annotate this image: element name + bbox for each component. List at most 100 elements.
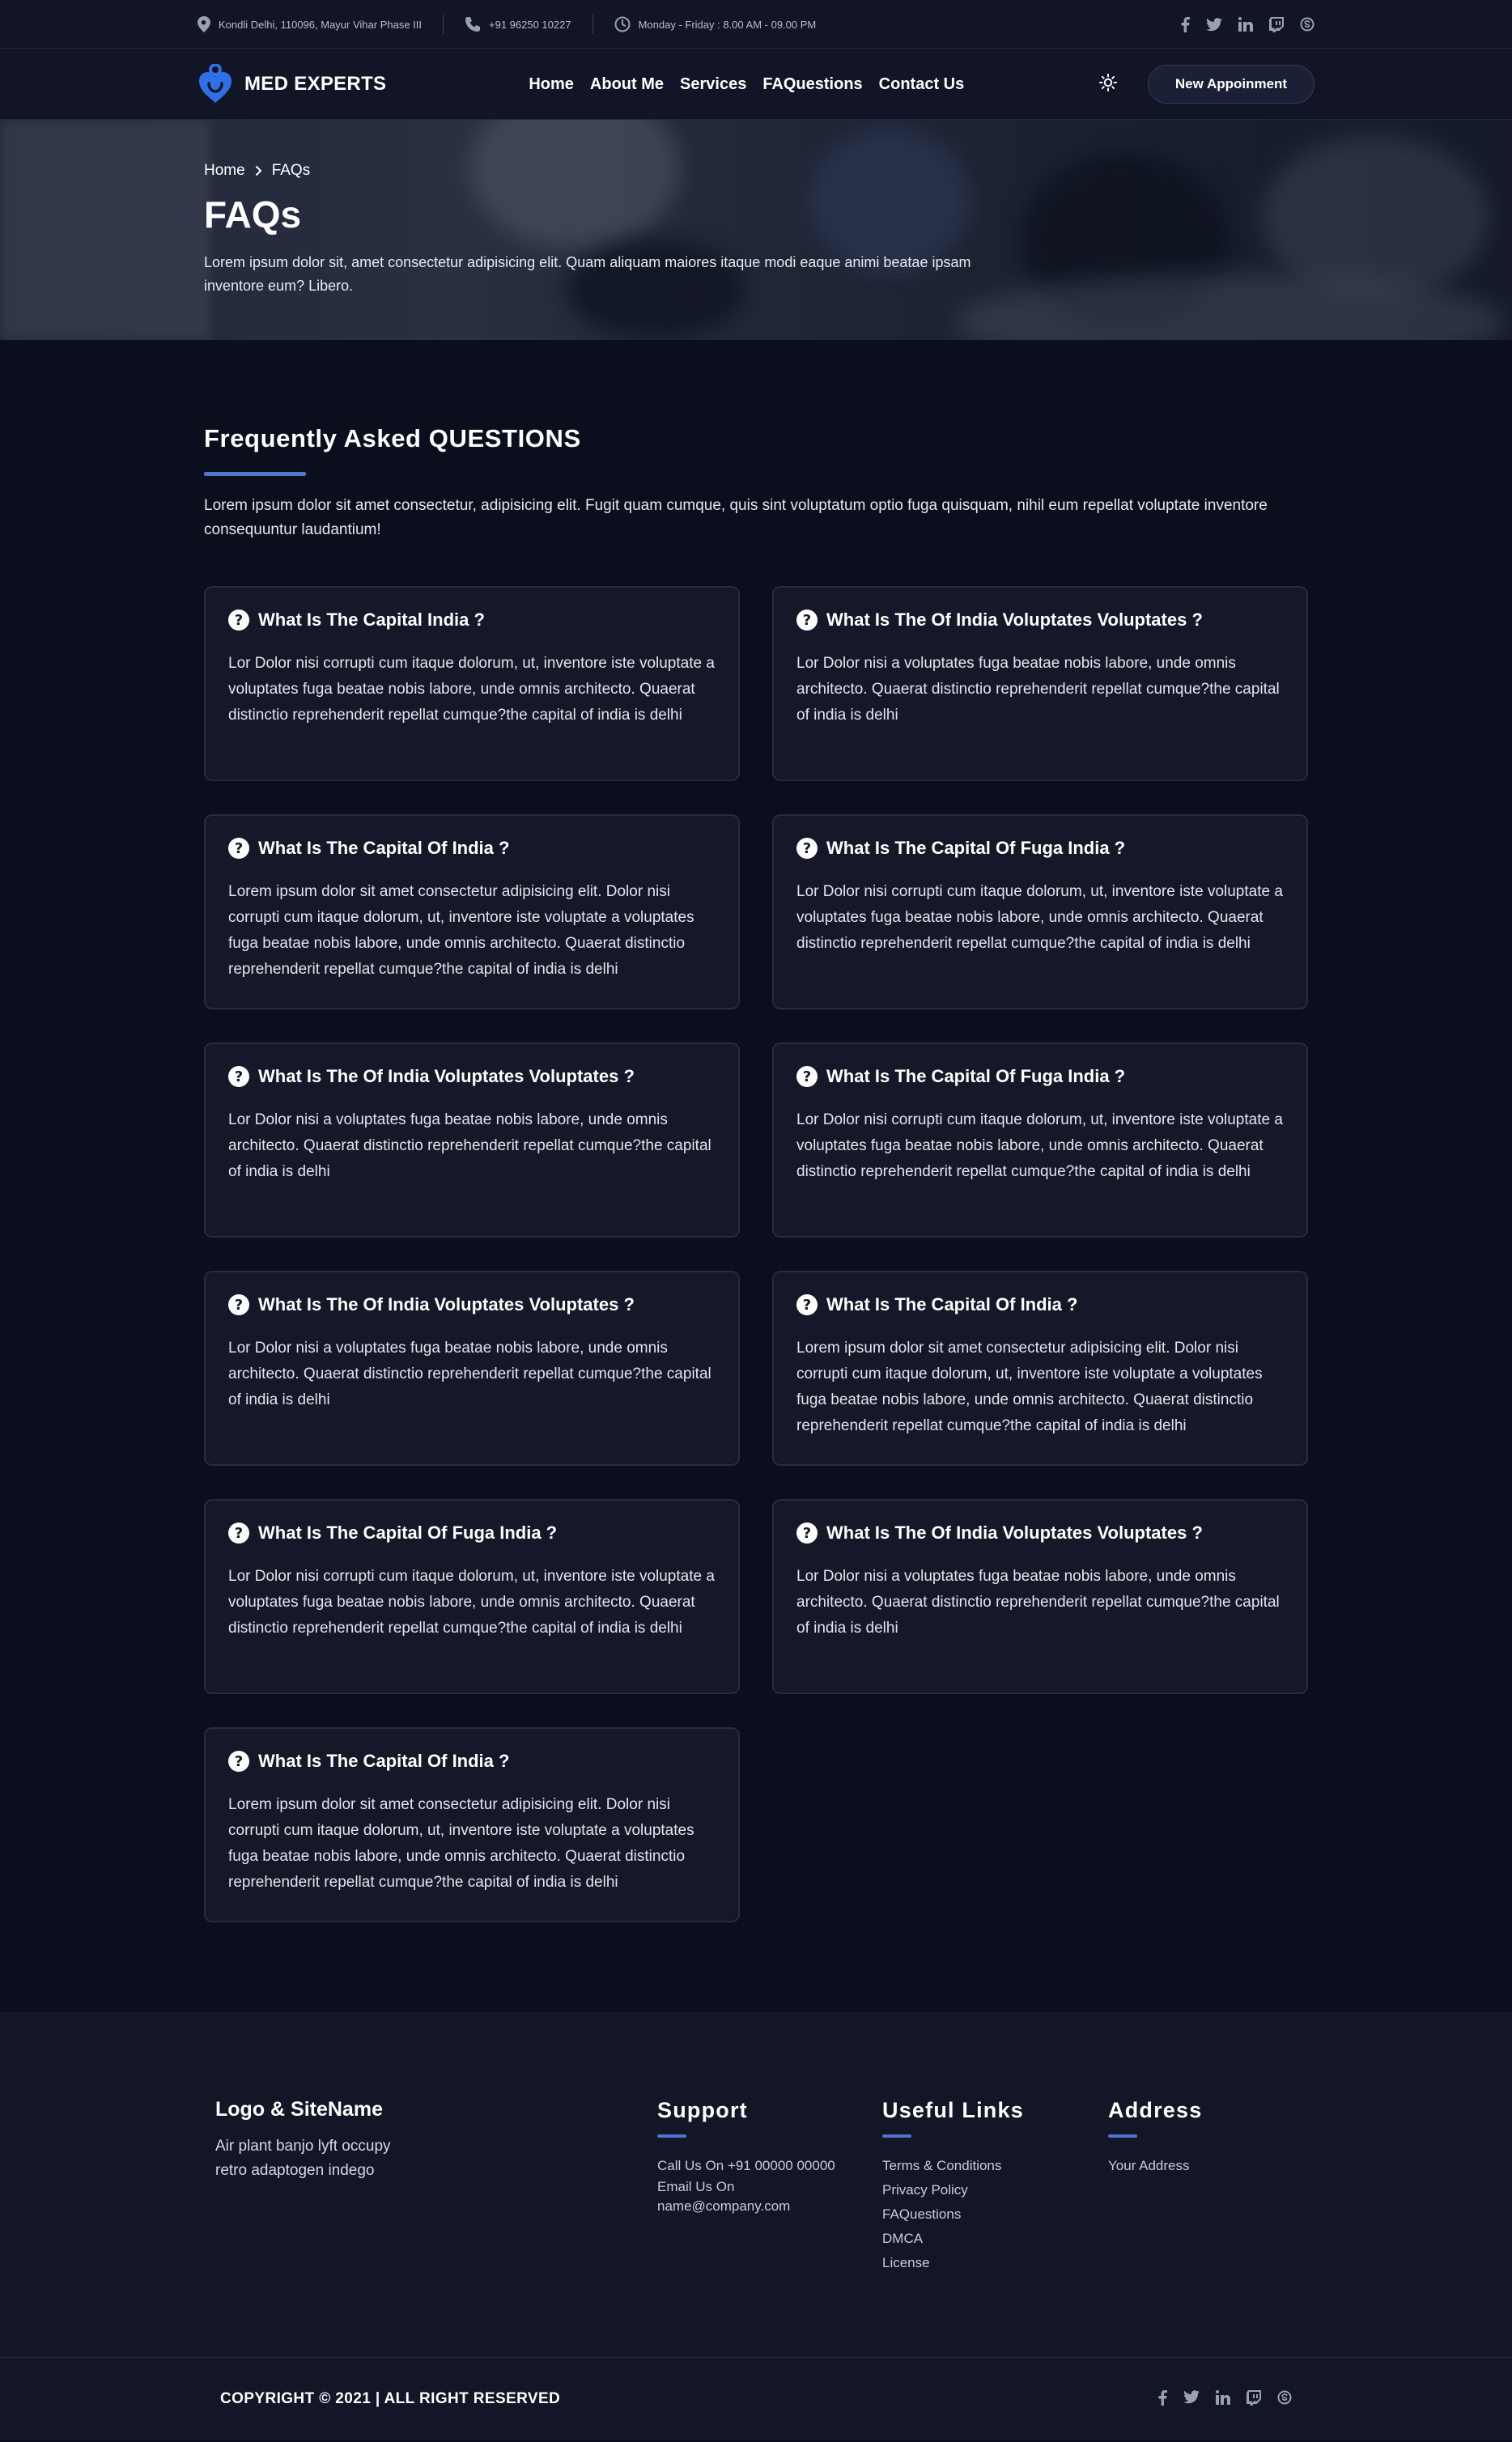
twitter-icon[interactable] <box>1206 17 1222 32</box>
footer-email-label: Email Us On <box>657 2179 735 2194</box>
heart-stethoscope-icon <box>199 64 231 103</box>
new-appointment-button[interactable]: New Appoinment <box>1148 65 1315 104</box>
faq-answer: Lor Dolor nisi a voluptates fuga beatae … <box>228 1111 711 1180</box>
faq-answer: Lor Dolor nisi a voluptates fuga beatae … <box>228 1340 711 1408</box>
linkedin-icon[interactable] <box>1238 17 1253 32</box>
question-circle-icon: ? <box>796 838 818 859</box>
question-circle-icon: ? <box>228 838 249 859</box>
top-social-links <box>1181 16 1315 32</box>
footer-support: Support Call Us On +91 00000 00000 Email… <box>657 2098 835 2217</box>
footer-link-privacy[interactable]: Privacy Policy <box>882 2178 1024 2202</box>
copyright-bar: COPYRIGHT © 2021 | ALL RIGHT RESERVED <box>0 2358 1512 2440</box>
top-info-bar: Kondli Delhi, 110096, Mayur Vihar Phase … <box>0 0 1512 49</box>
section-intro: Lorem ipsum dolor sit amet consectetur, … <box>204 497 1268 538</box>
faq-card: ? What Is The Capital Of India ? Lorem ips… <box>204 814 740 1009</box>
footer-address-text: Your Address <box>1108 2158 1190 2173</box>
site-footer: Logo & SiteName Air plant banjo lyft occ… <box>0 2012 1512 2358</box>
theme-toggle-sun-icon[interactable] <box>1099 73 1117 96</box>
breadcrumb-current: FAQs <box>271 162 311 179</box>
faq-question: What Is The Capital India ? <box>258 609 485 630</box>
brand-name: MED EXPERTS <box>244 73 387 95</box>
address-text: Kondli Delhi, 110096, Mayur Vihar Phase … <box>219 18 422 31</box>
faq-answer: Lorem ipsum dolor sit amet consectetur a… <box>228 1796 694 1891</box>
question-circle-icon: ? <box>796 1294 818 1315</box>
hours-info: Monday - Friday : 8.00 AM - 09.00 PM <box>614 16 817 32</box>
phone-info[interactable]: +91 96250 10227 <box>465 16 571 32</box>
question-circle-icon: ? <box>228 1066 249 1087</box>
faq-card: ? What Is The Capital Of Fuga India ? Lor … <box>204 1499 740 1694</box>
twitter-icon[interactable] <box>1183 2390 1200 2410</box>
faq-card: ? What Is The Of India Voluptates Volupta… <box>772 586 1308 781</box>
footer-email[interactable]: name@company.com <box>657 2196 835 2217</box>
hours-text: Monday - Friday : 8.00 AM - 09.00 PM <box>638 18 817 31</box>
footer-link-dmca[interactable]: DMCA <box>882 2227 1024 2251</box>
faq-question: What Is The Capital Of Fuga India ? <box>826 1066 1126 1086</box>
phone-text: +91 96250 10227 <box>489 18 571 31</box>
footer-link-faq[interactable]: FAQuestions <box>882 2202 1024 2227</box>
faq-answer: Lor Dolor nisi a voluptates fuga beatae … <box>796 655 1280 724</box>
faq-question: What Is The Of India Voluptates Voluptat… <box>258 1066 635 1086</box>
faq-question: What Is The Capital Of India ? <box>258 1751 510 1771</box>
faq-card: ? What Is The Capital Of Fuga India ? Lor … <box>772 814 1308 1009</box>
copyright-text: COPYRIGHT © 2021 | ALL RIGHT RESERVED <box>220 2390 561 2407</box>
footer-phone[interactable]: Call Us On +91 00000 00000 <box>657 2154 835 2178</box>
facebook-icon[interactable] <box>1181 16 1190 32</box>
footer-useful-links: Useful Links Terms & Conditions Privacy … <box>882 2098 1024 2275</box>
footer-site-name: Logo & SiteName <box>215 2098 383 2121</box>
nav-faquestions[interactable]: FAQuestions <box>762 75 862 94</box>
breadcrumb-home[interactable]: Home <box>204 162 245 180</box>
footer-link-terms[interactable]: Terms & Conditions <box>882 2154 1024 2178</box>
location-pin-icon <box>197 16 210 32</box>
question-circle-icon: ? <box>228 1751 249 1772</box>
faq-card: ? What Is The Capital Of India ? Lorem ips… <box>204 1727 740 1922</box>
page-title: FAQs <box>204 193 302 236</box>
faq-card: ? What Is The Of India Voluptates Volupta… <box>204 1271 740 1466</box>
faq-card: ? What Is The Of India Voluptates Volupta… <box>772 1499 1308 1694</box>
faq-answer: Lor Dolor nisi corrupti cum itaque dolor… <box>228 1568 715 1637</box>
nav-home[interactable]: Home <box>529 75 574 94</box>
footer-underline <box>1108 2134 1137 2138</box>
nav-services[interactable]: Services <box>680 75 746 94</box>
clock-icon <box>614 16 631 32</box>
twitch-icon[interactable] <box>1247 2390 1261 2410</box>
faq-card: ? What Is The Capital Of Fuga India ? Lor … <box>772 1043 1308 1238</box>
footer-address-title: Address <box>1108 2098 1203 2122</box>
footer-link-license[interactable]: License <box>882 2251 1024 2275</box>
nav-contact[interactable]: Contact Us <box>879 75 965 94</box>
brand-logo[interactable]: MED EXPERTS <box>197 64 386 104</box>
faq-section: Frequently Asked QUESTIONS Lorem ipsum d… <box>0 340 1512 2012</box>
faq-card: ? What Is The Of India Voluptates Volupta… <box>204 1043 740 1238</box>
footer-links-title: Useful Links <box>882 2098 1024 2122</box>
faq-grid: ? What Is The Capital India ? Lor Dolor ni… <box>204 586 1308 1922</box>
question-circle-icon: ? <box>228 609 249 631</box>
footer-social-links <box>1158 2390 1292 2410</box>
faq-question: What Is The Capital Of India ? <box>826 1294 1078 1314</box>
faq-question: What Is The Capital Of Fuga India ? <box>258 1523 558 1543</box>
phone-icon <box>465 17 480 32</box>
faq-answer: Lorem ipsum dolor sit amet consectetur a… <box>796 1340 1263 1434</box>
faq-question: What Is The Of India Voluptates Voluptat… <box>826 1523 1203 1543</box>
hero-description: Lorem ipsum dolor sit, amet consectetur … <box>204 254 971 294</box>
faq-question: What Is The Of India Voluptates Voluptat… <box>826 609 1203 630</box>
faq-question: What Is The Of India Voluptates Voluptat… <box>258 1294 635 1314</box>
faq-question: What Is The Capital Of Fuga India ? <box>826 838 1126 858</box>
footer-about-text: Air plant banjo lyft occupy retro adapto… <box>215 2138 391 2179</box>
question-circle-icon: ? <box>796 1066 818 1087</box>
nav-about[interactable]: About Me <box>590 75 664 94</box>
skype-icon[interactable] <box>1277 2390 1292 2410</box>
twitch-icon[interactable] <box>1269 16 1284 32</box>
footer-about: Logo & SiteName Air plant banjo lyft occ… <box>215 2098 426 2183</box>
footer-address: Address Your Address <box>1108 2098 1202 2178</box>
footer-support-title: Support <box>657 2098 748 2122</box>
main-navbar: MED EXPERTS Home About Me Services FAQue… <box>0 49 1512 120</box>
skype-icon[interactable] <box>1300 17 1315 32</box>
faq-card: ? What Is The Capital Of India ? Lorem ips… <box>772 1271 1308 1466</box>
faq-answer: Lor Dolor nisi corrupti cum itaque dolor… <box>796 883 1283 952</box>
linkedin-icon[interactable] <box>1216 2390 1230 2410</box>
facebook-icon[interactable] <box>1158 2390 1167 2410</box>
address-info: Kondli Delhi, 110096, Mayur Vihar Phase … <box>197 16 422 32</box>
faq-card: ? What Is The Capital India ? Lor Dolor ni… <box>204 586 740 781</box>
breadcrumb: Home FAQs <box>204 162 1013 180</box>
footer-underline <box>882 2134 911 2138</box>
section-title: Frequently Asked QUESTIONS <box>204 424 581 452</box>
